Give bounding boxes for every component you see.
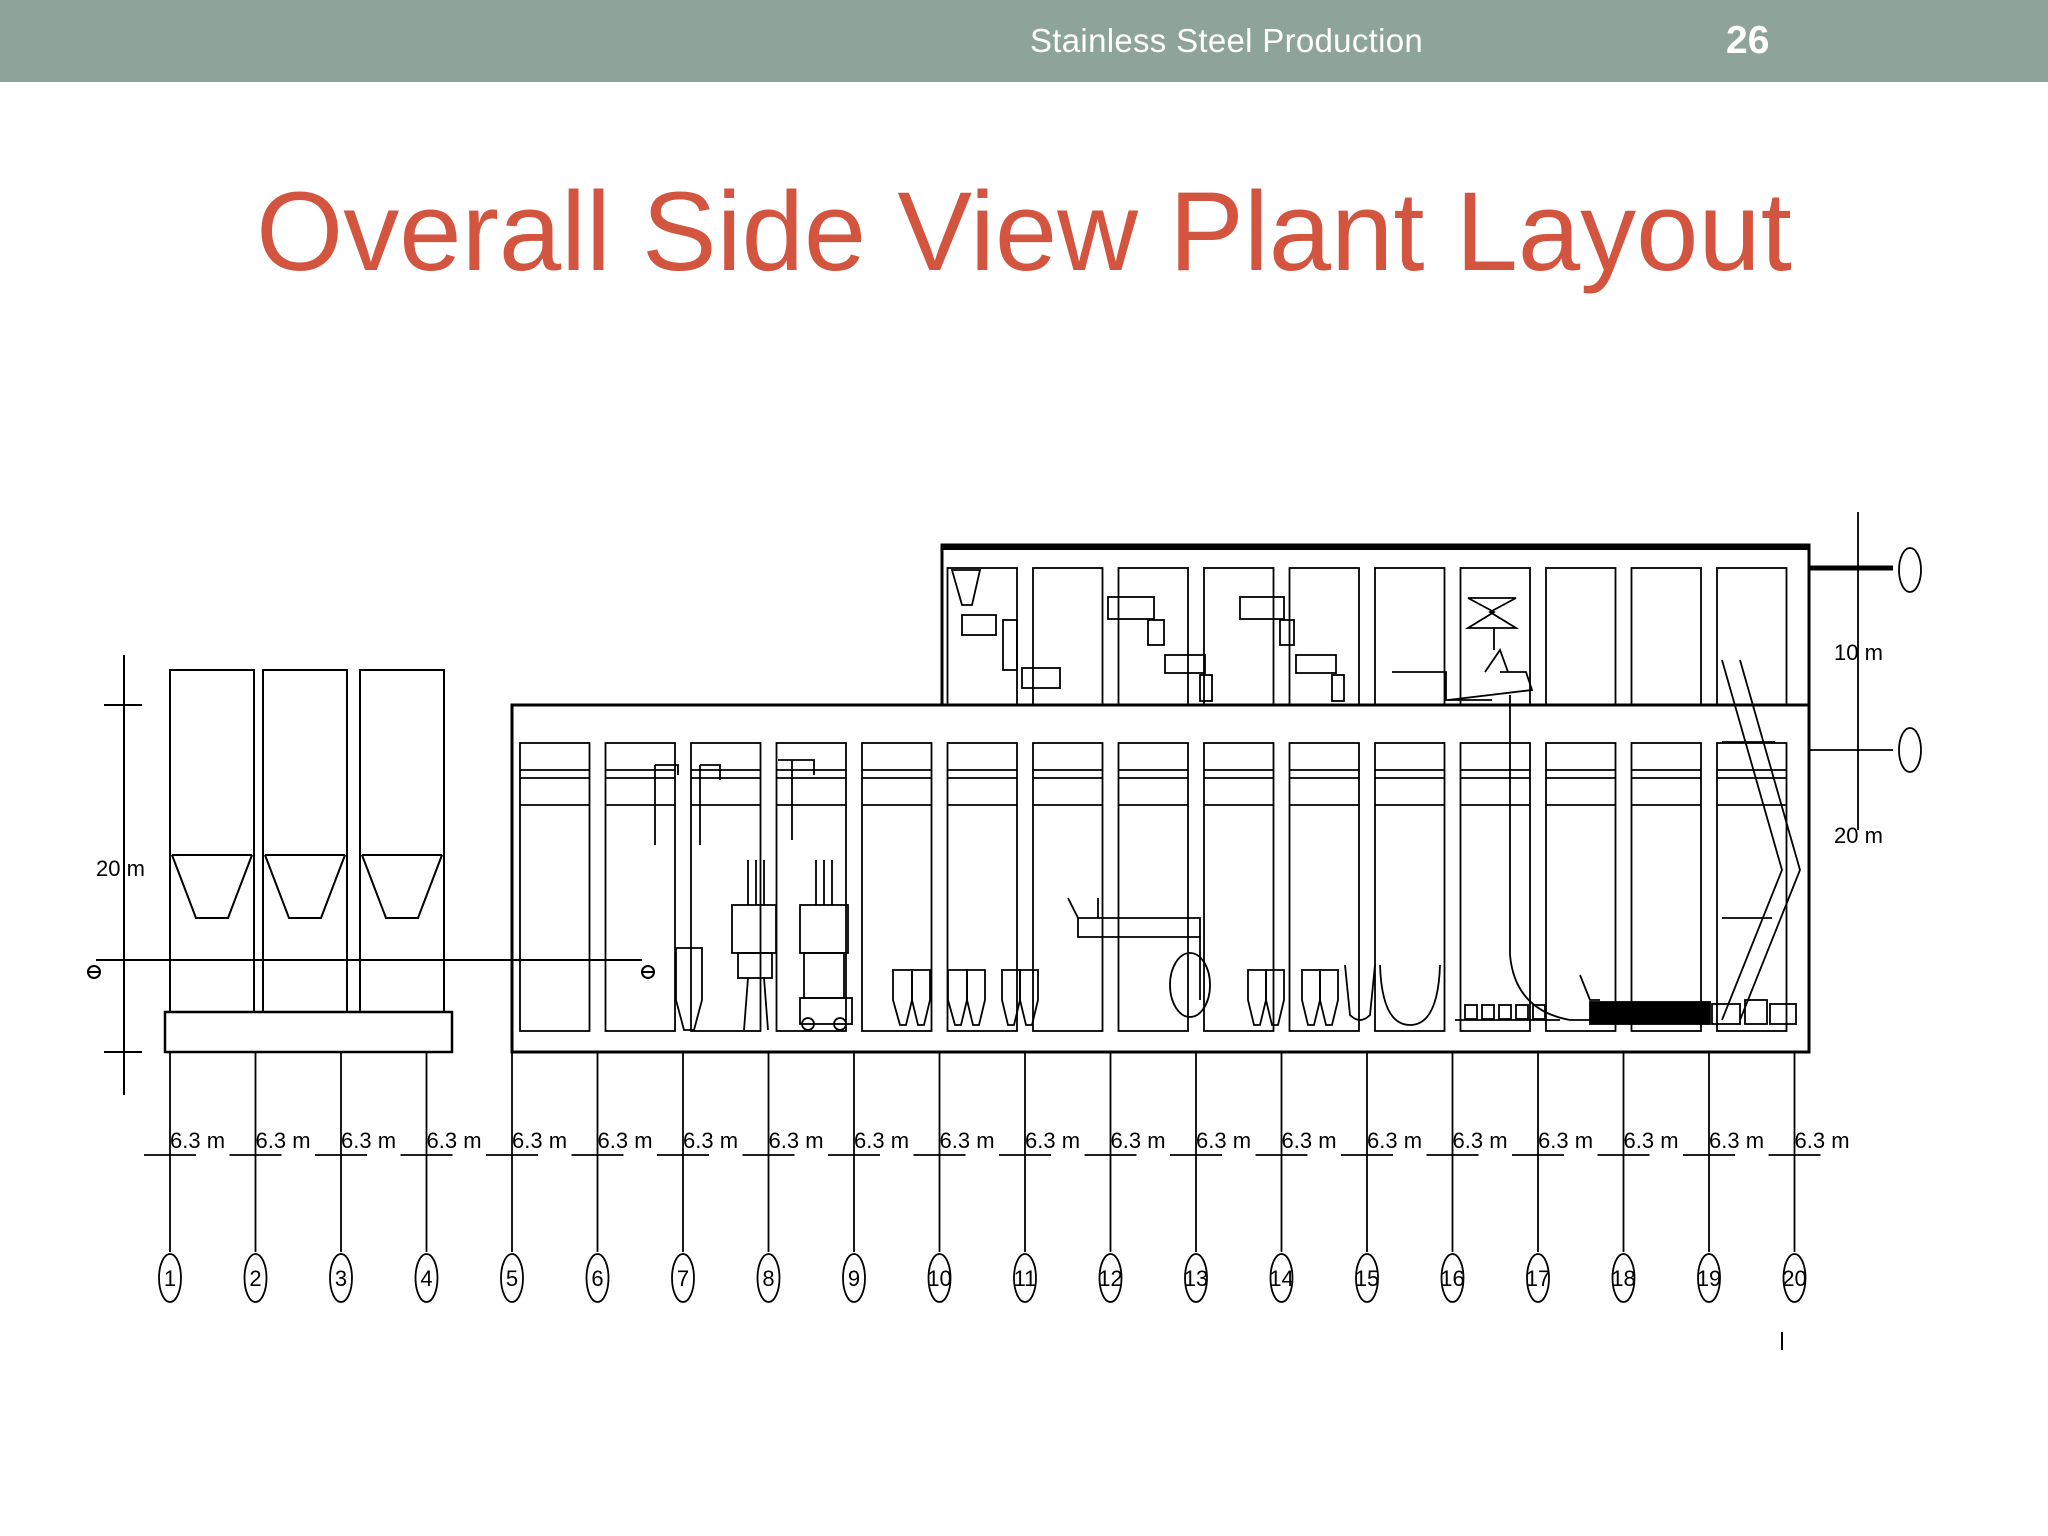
bay-spacing-label: 6.3 m xyxy=(1025,1128,1080,1153)
axis-label: 17 xyxy=(1526,1266,1550,1291)
axis-gridline xyxy=(1255,1052,1308,1303)
bay-spacing-label: 6.3 m xyxy=(1111,1128,1166,1153)
main-building xyxy=(510,543,1811,1054)
bay-spacing-label: 6.3 m xyxy=(1367,1128,1422,1153)
bay-spacing-label: 6.3 m xyxy=(1709,1128,1764,1153)
upper-bay-frame xyxy=(1032,567,1104,706)
axis-gridline xyxy=(742,1052,795,1303)
axis-gridline xyxy=(1597,1052,1650,1303)
left-height-label: 20 m xyxy=(96,856,145,881)
axis-gridline xyxy=(1683,1052,1735,1303)
axis-gridline xyxy=(1341,1052,1393,1303)
axis-gridline xyxy=(1512,1052,1564,1303)
bay-spacing-label: 6.3 m xyxy=(1282,1128,1337,1153)
axis-gridline xyxy=(229,1052,282,1303)
axis-label: 11 xyxy=(1014,1266,1037,1291)
axis-label: 20 xyxy=(1782,1266,1806,1291)
axis-gridline xyxy=(315,1052,367,1303)
axis-label: 2 xyxy=(249,1266,261,1291)
bay-spacing-label: 6.3 m xyxy=(769,1128,824,1153)
right-upper-height-label: 10 m xyxy=(1834,640,1883,665)
axis-gridline xyxy=(1084,1052,1137,1303)
axis-label: 9 xyxy=(848,1266,860,1291)
axis-gridline xyxy=(999,1052,1051,1303)
upper-bay-frame xyxy=(1545,567,1617,706)
bay-spacing-label: 6.3 m xyxy=(427,1128,482,1153)
bay-spacing-label: 6.3 m xyxy=(256,1128,311,1153)
datum-line xyxy=(87,959,655,979)
lower-bay-frame xyxy=(1117,742,1189,1032)
axis-gridline xyxy=(1768,1052,1821,1303)
upper-bay-frame xyxy=(1459,567,1531,706)
bay-spacing-label: 6.3 m xyxy=(1453,1128,1508,1153)
lower-bay-frame xyxy=(1203,742,1275,1032)
upper-bay-frame xyxy=(1716,567,1788,706)
silo-group xyxy=(163,669,454,1054)
bay-spacing-label: 6.3 m xyxy=(940,1128,995,1153)
axis-label: 13 xyxy=(1184,1266,1208,1291)
axis-label: 5 xyxy=(506,1266,518,1291)
axis-label: 3 xyxy=(335,1266,347,1291)
axis-label: 4 xyxy=(420,1266,432,1291)
axis-gridline xyxy=(571,1052,624,1303)
axis-label: 16 xyxy=(1440,1266,1464,1291)
bay-spacing-label: 6.3 m xyxy=(170,1128,225,1153)
bay-spacing-label: 6.3 m xyxy=(512,1128,567,1153)
axis-label: 18 xyxy=(1611,1266,1635,1291)
bay-spacing-label: 6.3 m xyxy=(1196,1128,1251,1153)
lower-bay-frame xyxy=(1545,742,1617,1032)
upper-bay-frame xyxy=(1203,567,1275,706)
lower-bay-frame xyxy=(1032,742,1104,1032)
upper-bay-frame xyxy=(1117,567,1189,706)
right-lower-height-label: 20 m xyxy=(1834,823,1883,848)
axis-label: 12 xyxy=(1098,1266,1122,1291)
lower-bay-frame xyxy=(1630,742,1702,1032)
axis-gridline xyxy=(486,1052,538,1303)
bay-spacing-label: 6.3 m xyxy=(341,1128,396,1153)
axis-gridline xyxy=(144,1052,196,1303)
axis-label: 1 xyxy=(164,1266,176,1291)
axis-label: 19 xyxy=(1697,1266,1721,1291)
upper-bay-frame xyxy=(1630,567,1702,706)
bay-spacing-label: 6.3 m xyxy=(854,1128,909,1153)
axis-label: 8 xyxy=(762,1266,774,1291)
lower-bay-frame xyxy=(775,742,847,1032)
axis-gridline xyxy=(913,1052,966,1303)
axis-label: 7 xyxy=(677,1266,689,1291)
axis-gridline xyxy=(1426,1052,1479,1303)
axis-label: 14 xyxy=(1269,1266,1293,1291)
bay-spacing-label: 6.3 m xyxy=(1795,1128,1850,1153)
axis-gridline xyxy=(400,1052,453,1303)
bay-spacing-label: 6.3 m xyxy=(598,1128,653,1153)
axis-gridline xyxy=(1170,1052,1222,1303)
plant-layout-drawing: 20 m 10 m 20 m 6.3 m 1 6.3 m 2 6.3 m 3 6.3 m 4 6… xyxy=(87,512,1922,1350)
lower-bay-frame xyxy=(604,742,676,1032)
upper-bay-frame xyxy=(1374,567,1446,706)
upper-bay-frame xyxy=(1288,567,1360,706)
lower-bay-frame xyxy=(861,742,933,1032)
bay-spacing-label: 6.3 m xyxy=(1624,1128,1679,1153)
lower-bay-frame xyxy=(946,742,1018,1032)
axis-gridline xyxy=(657,1052,709,1303)
lower-bay-frame xyxy=(519,742,591,1032)
axis-label: 10 xyxy=(927,1266,951,1291)
axis-gridline xyxy=(828,1052,880,1303)
lower-bay-frame xyxy=(1374,742,1446,1032)
lower-bay-frame xyxy=(1288,742,1360,1032)
bay-spacing-label: 6.3 m xyxy=(1538,1128,1593,1153)
bay-spacing-label: 6.3 m xyxy=(683,1128,738,1153)
axis-label: 15 xyxy=(1355,1266,1379,1291)
axis-label: 6 xyxy=(591,1266,603,1291)
